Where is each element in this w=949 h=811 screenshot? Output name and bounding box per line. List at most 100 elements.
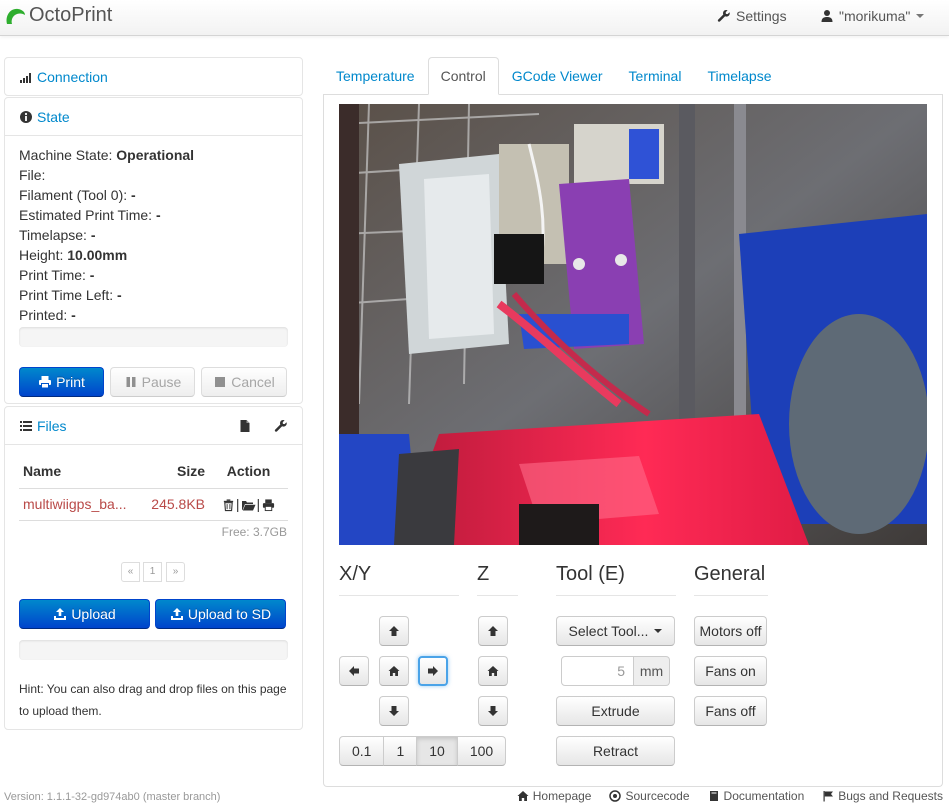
column-header-size: Size <box>139 455 209 489</box>
step-10-button[interactable]: 10 <box>416 736 458 766</box>
extrude-amount-group: mm <box>561 656 670 686</box>
tab-control[interactable]: Control <box>427 57 499 95</box>
chevron-down-icon <box>654 629 663 633</box>
print-icon[interactable] <box>262 498 275 512</box>
pagination-prev[interactable]: « <box>121 561 140 582</box>
jog-y-plus-button[interactable] <box>379 616 409 646</box>
tab-timelapse[interactable]: Timelapse <box>694 57 784 95</box>
tab-terminal[interactable]: Terminal <box>616 57 695 95</box>
files-header: Files <box>5 407 302 444</box>
select-tool-dropdown[interactable]: Select Tool... <box>556 616 675 646</box>
jog-x-minus-button[interactable] <box>339 656 369 686</box>
home-icon <box>388 666 400 676</box>
connection-header[interactable]: Connection <box>5 58 302 95</box>
motors-off-button[interactable]: Motors off <box>694 616 767 646</box>
upload-button[interactable]: Upload <box>19 598 150 629</box>
upload-icon <box>54 607 67 620</box>
state-row: Filament (Tool 0): - <box>19 187 136 203</box>
jog-x-plus-button[interactable] <box>418 656 448 686</box>
home-xy-button[interactable] <box>379 656 409 686</box>
files-header-tools <box>238 419 288 433</box>
tool-heading: Tool (E) <box>556 563 676 596</box>
list-icon <box>20 420 32 431</box>
files-table: Name Size Action multiwiigps_ba... 245.8… <box>19 455 288 521</box>
files-title: Files <box>37 417 67 434</box>
state-row: Print Time Left: - <box>19 287 122 303</box>
bugs-link[interactable]: Bugs and Requests <box>822 789 943 803</box>
brand[interactable]: OctoPrint <box>4 4 112 27</box>
state-row: Printed: - <box>19 307 76 323</box>
jog-distance-group: 0.1 1 10 100 <box>339 736 507 766</box>
footer-links: Homepage Sourcecode Documentation Bugs a… <box>499 789 943 803</box>
pagination-next[interactable]: » <box>166 561 185 582</box>
state-header[interactable]: State <box>5 98 302 135</box>
state-panel: State Machine State: Operational File: F… <box>4 97 303 404</box>
free-space: Free: 3.7GB <box>221 524 287 539</box>
step-1-button[interactable]: 1 <box>383 736 418 766</box>
flag-icon <box>823 791 834 802</box>
user-menu[interactable]: "morikuma" <box>820 8 925 24</box>
state-row: Machine State: Operational <box>19 147 195 163</box>
folder-open-icon[interactable] <box>241 498 256 512</box>
wrench-icon[interactable] <box>274 419 288 433</box>
cancel-button[interactable]: Cancel <box>201 367 287 397</box>
general-heading: General <box>694 563 768 596</box>
step-0-1-button[interactable]: 0.1 <box>339 736 385 766</box>
file-actions: | | <box>209 488 288 521</box>
file-size: 245.8KB <box>139 488 209 521</box>
fans-on-button[interactable]: Fans on <box>694 656 767 686</box>
home-icon <box>517 791 529 801</box>
settings-button[interactable]: Settings <box>717 8 787 24</box>
main-tabs: Temperature Control GCode Viewer Termina… <box>323 57 943 95</box>
settings-label: Settings <box>736 8 787 24</box>
arrow-up-icon <box>488 626 498 636</box>
pause-button[interactable]: Pause <box>110 367 195 397</box>
retract-button[interactable]: Retract <box>556 736 675 766</box>
arrow-down-icon <box>488 706 498 716</box>
user-icon <box>821 10 833 22</box>
fans-off-button[interactable]: Fans off <box>694 696 767 726</box>
upload-controls: Upload Upload to SD <box>19 598 288 629</box>
step-100-button[interactable]: 100 <box>456 736 507 766</box>
chevron-down-icon <box>916 14 925 18</box>
sourcecode-link[interactable]: Sourcecode <box>609 789 690 803</box>
pause-icon <box>126 377 136 387</box>
user-label: "morikuma" <box>839 8 911 24</box>
tab-temperature[interactable]: Temperature <box>323 57 428 95</box>
jog-z-minus-button[interactable] <box>478 696 508 726</box>
pagination: « 1 » <box>19 561 288 582</box>
files-title-link[interactable]: Files <box>19 418 67 434</box>
stop-icon <box>215 377 226 387</box>
state-row: Estimated Print Time: - <box>19 207 161 223</box>
pagination-page[interactable]: 1 <box>143 561 162 582</box>
jog-z-plus-button[interactable] <box>478 616 508 646</box>
version-info: Version: 1.1.1-32-gd974ab0 (master branc… <box>4 791 221 803</box>
home-z-button[interactable] <box>478 656 508 686</box>
file-name[interactable]: multiwiigps_ba... <box>19 488 139 521</box>
print-button[interactable]: Print <box>19 367 104 397</box>
state-row: Height: 10.00mm <box>19 247 128 263</box>
book-icon <box>709 791 718 801</box>
documentation-link[interactable]: Documentation <box>708 789 804 803</box>
tab-gcode-viewer[interactable]: GCode Viewer <box>499 57 616 95</box>
column-header-name: Name <box>19 455 139 489</box>
github-icon <box>609 790 622 802</box>
extrude-button[interactable]: Extrude <box>556 696 675 726</box>
table-row[interactable]: multiwiigps_ba... 245.8KB | | <box>19 488 288 521</box>
arrow-left-icon <box>349 666 359 676</box>
trash-icon[interactable] <box>222 498 235 512</box>
state-title: State <box>37 108 70 125</box>
wrench-icon <box>717 9 730 22</box>
extrude-unit-label: mm <box>634 656 670 686</box>
jog-y-minus-button[interactable] <box>379 696 409 726</box>
connection-title: Connection <box>37 68 108 85</box>
column-header-action: Action <box>209 455 288 489</box>
homepage-link[interactable]: Homepage <box>517 789 591 803</box>
print-progress-bar <box>19 327 288 347</box>
file-icon[interactable] <box>238 419 252 433</box>
upload-to-sd-button[interactable]: Upload to SD <box>155 598 286 629</box>
webcam-stream <box>339 104 927 545</box>
files-body: Name Size Action multiwiigps_ba... 245.8… <box>5 444 302 732</box>
extrude-amount-input[interactable] <box>561 656 634 686</box>
state-row: File: <box>19 167 46 183</box>
